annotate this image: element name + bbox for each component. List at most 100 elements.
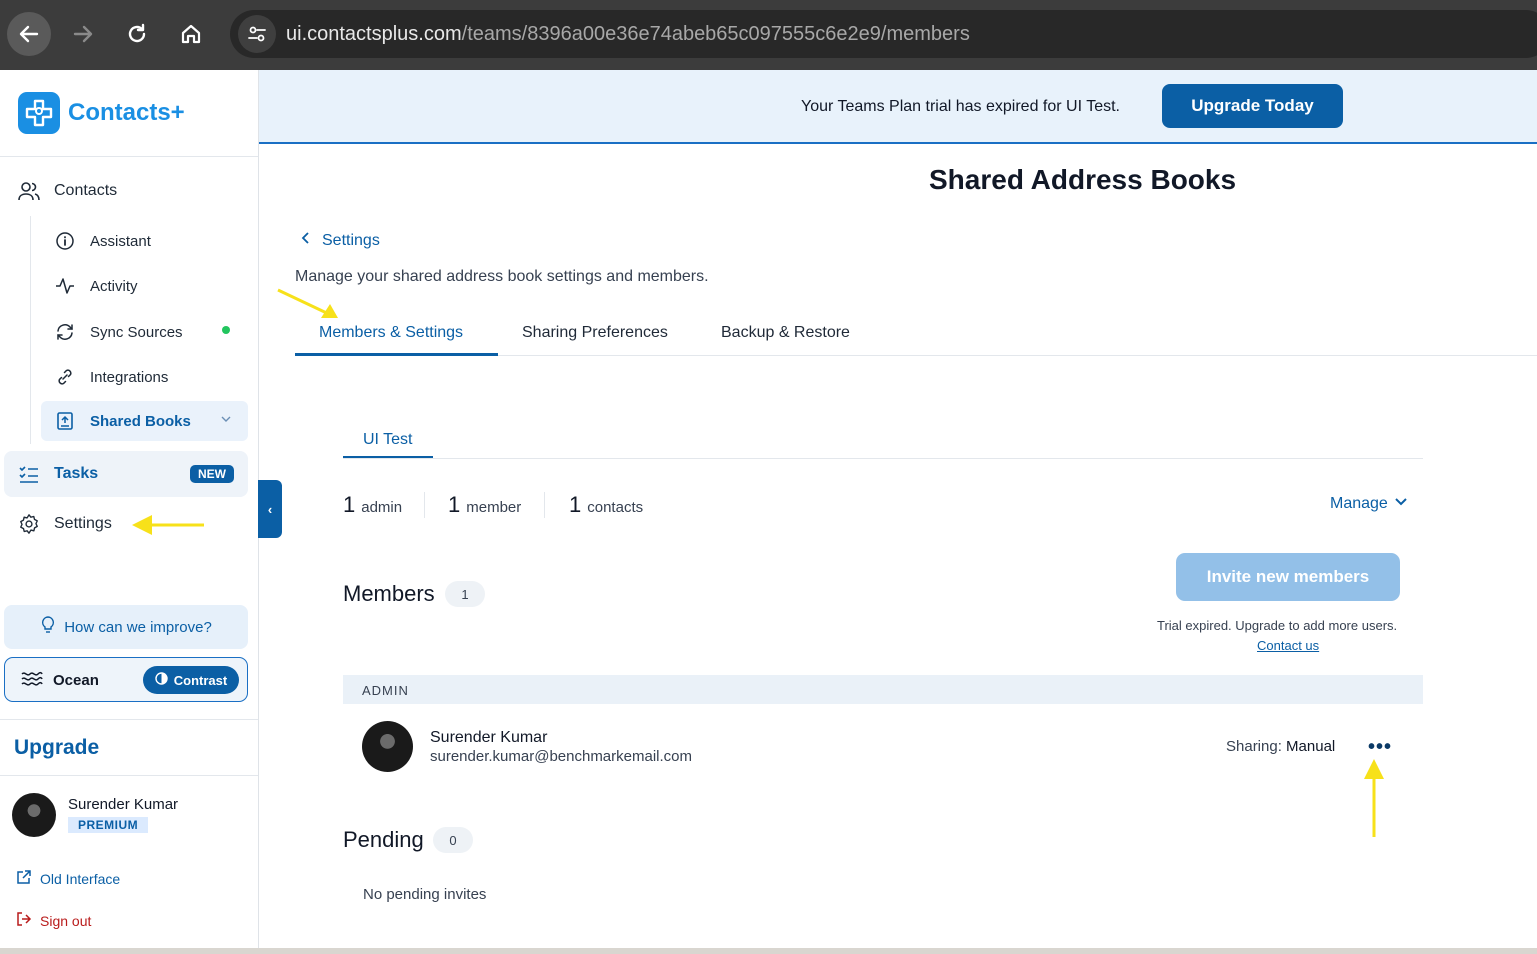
book-tabs-divider <box>343 458 1423 459</box>
sign-out-link[interactable]: Sign out <box>16 911 91 930</box>
feedback-button[interactable]: How can we improve? <box>4 605 248 649</box>
old-interface-link[interactable]: Old Interface <box>16 869 120 888</box>
member-avatar <box>362 721 413 772</box>
annotation-arrow-icon <box>1364 759 1384 837</box>
stat-number: 1 <box>448 492 461 517</box>
stat-label: member <box>466 499 522 516</box>
url-text: ui.contactsplus.com/teams/8396a00e36e74a… <box>286 23 970 46</box>
sign-out-label: Sign out <box>40 912 92 929</box>
active-tab-indicator <box>295 353 498 356</box>
info-circle-icon <box>54 230 76 252</box>
sidebar-item-shared-books[interactable]: Shared Books <box>41 401 248 441</box>
reload-icon <box>128 23 146 43</box>
sidebar-item-label: Assistant <box>90 232 151 250</box>
sidebar-item-label: Contacts <box>54 182 118 199</box>
trial-expired-note: Trial expired. Upgrade to add more users… <box>1157 618 1398 633</box>
annotation-arrow-icon <box>132 515 204 535</box>
sign-out-icon <box>16 911 32 930</box>
admin-header-label: ADMIN <box>362 683 409 698</box>
feedback-label: How can we improve? <box>64 618 212 636</box>
checklist-icon <box>18 463 40 485</box>
member-name: Surender Kumar <box>430 729 548 746</box>
sidebar-item-label: Sync Sources <box>90 323 183 341</box>
new-badge: NEW <box>190 465 234 483</box>
active-book-tab-indicator <box>343 456 433 458</box>
stat-members: 1 member <box>448 492 521 518</box>
sub-nav-line <box>30 216 31 444</box>
back-button[interactable] <box>7 12 51 56</box>
collapse-sidebar-button[interactable]: ‹ <box>258 480 282 538</box>
annotation-arrow-icon <box>277 288 338 318</box>
logo[interactable]: Contacts+ <box>18 92 185 134</box>
tab-backup-restore[interactable]: Backup & Restore <box>721 324 850 342</box>
waves-icon <box>21 670 43 690</box>
home-button[interactable] <box>169 12 213 56</box>
upgrade-today-button[interactable]: Upgrade Today <box>1162 84 1343 128</box>
site-info-icon[interactable] <box>238 15 276 53</box>
pending-count-badge: 0 <box>433 827 473 853</box>
chevron-left-icon <box>300 231 312 250</box>
sidebar-item-settings[interactable]: Settings <box>18 513 112 535</box>
url-path: /teams/8396a00e36e74abeb65c097555c6e2e9/… <box>461 22 970 45</box>
contrast-label: Contrast <box>173 672 228 688</box>
sidebar-item-label: Activity <box>90 277 138 295</box>
manage-dropdown[interactable]: Manage <box>1330 494 1408 513</box>
reload-button[interactable] <box>115 12 159 56</box>
sidebar-divider <box>0 775 258 776</box>
window-bottom-edge <box>0 948 1537 954</box>
user-name: Surender Kumar <box>68 796 179 813</box>
sidebar-item-sync-sources[interactable]: Sync Sources <box>54 321 183 343</box>
browser-toolbar: ui.contactsplus.com/teams/8396a00e36e74a… <box>0 0 1537 70</box>
member-more-options-button[interactable]: ••• <box>1366 736 1394 758</box>
chevron-down-icon[interactable] <box>219 412 233 431</box>
stat-number: 1 <box>569 492 582 517</box>
back-to-settings-link[interactable]: Settings <box>300 231 380 250</box>
contrast-toggle[interactable]: Contrast <box>143 666 239 694</box>
people-icon <box>18 180 40 202</box>
page-description: Manage your shared address book settings… <box>295 268 709 285</box>
sidebar-divider <box>0 719 258 720</box>
stat-divider <box>424 492 425 518</box>
avatar[interactable] <box>12 793 56 837</box>
sidebar-item-activity[interactable]: Activity <box>54 275 138 297</box>
tab-members-settings[interactable]: Members & Settings <box>319 324 463 342</box>
sync-status-dot <box>222 326 230 334</box>
pending-title: Pending <box>343 827 424 852</box>
sidebar-item-contacts[interactable]: Contacts <box>18 180 117 202</box>
manage-label: Manage <box>1330 494 1388 512</box>
member-email: surender.kumar@benchmarkemail.com <box>430 748 692 765</box>
invite-new-members-button[interactable]: Invite new members <box>1176 553 1400 601</box>
theme-label: Ocean <box>53 671 99 689</box>
contrast-icon <box>155 672 168 688</box>
no-pending-message: No pending invites <box>363 886 487 903</box>
sidebar-item-label: Integrations <box>90 368 169 386</box>
trial-banner-text: Your Teams Plan trial has expired for UI… <box>801 98 1120 115</box>
stat-contacts: 1 contacts <box>569 492 643 518</box>
home-icon <box>181 24 201 44</box>
sidebar-item-integrations[interactable]: Integrations <box>54 366 168 388</box>
upgrade-link[interactable]: Upgrade <box>14 736 99 760</box>
gear-icon <box>18 513 40 535</box>
theme-ocean-option[interactable]: Ocean <box>21 670 99 690</box>
forward-button[interactable] <box>61 12 105 56</box>
sync-icon <box>54 321 76 343</box>
address-bar[interactable]: ui.contactsplus.com/teams/8396a00e36e74a… <box>230 10 1537 58</box>
arrow-right-icon <box>73 25 93 43</box>
back-label: Settings <box>322 231 380 249</box>
chevron-down-icon <box>1394 494 1408 513</box>
link-icon <box>54 366 76 388</box>
sidebar: Contacts+ Contacts Assistant Activity Sy… <box>0 70 259 948</box>
tab-sharing-preferences[interactable]: Sharing Preferences <box>522 324 668 342</box>
theme-switcher: Ocean Contrast <box>4 657 248 702</box>
members-count-badge: 1 <box>445 581 485 607</box>
stat-divider <box>544 492 545 518</box>
activity-pulse-icon <box>54 275 76 297</box>
stat-label: admin <box>361 499 403 516</box>
old-interface-label: Old Interface <box>40 870 121 887</box>
book-icon <box>54 410 76 432</box>
arrow-left-icon <box>19 25 39 43</box>
sidebar-item-assistant[interactable]: Assistant <box>54 230 151 252</box>
page-title: Shared Address Books <box>929 164 1237 195</box>
contact-us-link[interactable]: Contact us <box>1257 638 1319 653</box>
tab-book-ui-test[interactable]: UI Test <box>363 431 413 449</box>
